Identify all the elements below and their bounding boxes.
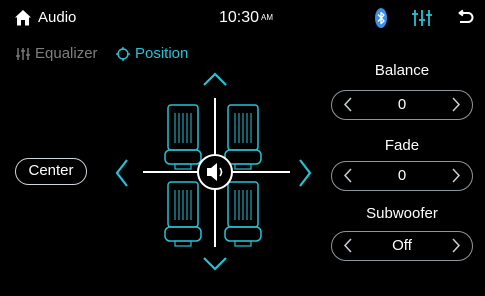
- balance-label: Balance: [374, 62, 430, 79]
- back-icon[interactable]: [456, 9, 474, 27]
- seat-front-left: [164, 104, 202, 170]
- clock-am-pm: AM: [261, 13, 274, 22]
- tab-position[interactable]: Position: [116, 44, 188, 64]
- arrow-left-icon[interactable]: [114, 158, 130, 188]
- subwoofer-label: Subwoofer: [366, 205, 438, 222]
- equalizer-icon: [16, 48, 30, 60]
- app-title: Audio: [38, 9, 77, 26]
- arrow-up-icon[interactable]: [202, 71, 228, 87]
- home-icon[interactable]: [14, 9, 32, 27]
- balance-value: 0: [397, 96, 407, 113]
- tab-equalizer-label: Equalizer: [35, 45, 98, 62]
- arrow-right-icon[interactable]: [297, 158, 313, 188]
- clock-time: 10:30: [219, 9, 260, 26]
- fade-decrease-icon[interactable]: [334, 162, 362, 189]
- seat-rear-left: [164, 181, 202, 247]
- arrow-down-icon[interactable]: [202, 256, 228, 272]
- fade-stepper: 0: [331, 161, 473, 191]
- center-button[interactable]: Center: [15, 158, 87, 185]
- fade-label: Fade: [384, 137, 420, 154]
- position-icon: [116, 47, 130, 61]
- subwoofer-value: Off: [392, 237, 412, 254]
- balance-decrease-icon[interactable]: [334, 91, 362, 118]
- bluetooth-icon: [375, 8, 387, 28]
- clock: 10:30 AM: [219, 8, 273, 28]
- balance-increase-icon[interactable]: [442, 91, 470, 118]
- subwoofer-stepper: Off: [331, 231, 473, 261]
- seat-diagram[interactable]: [135, 90, 295, 250]
- equalizer-settings-icon[interactable]: [411, 9, 433, 27]
- subwoofer-increase-icon[interactable]: [442, 232, 470, 259]
- tab-equalizer[interactable]: Equalizer: [16, 44, 98, 64]
- fade-increase-icon[interactable]: [442, 162, 470, 189]
- seat-rear-right: [224, 181, 262, 247]
- balance-stepper: 0: [331, 90, 473, 120]
- tab-position-label: Position: [135, 45, 189, 62]
- subwoofer-decrease-icon[interactable]: [334, 232, 362, 259]
- fade-value: 0: [397, 167, 407, 184]
- seat-front-right: [224, 104, 262, 170]
